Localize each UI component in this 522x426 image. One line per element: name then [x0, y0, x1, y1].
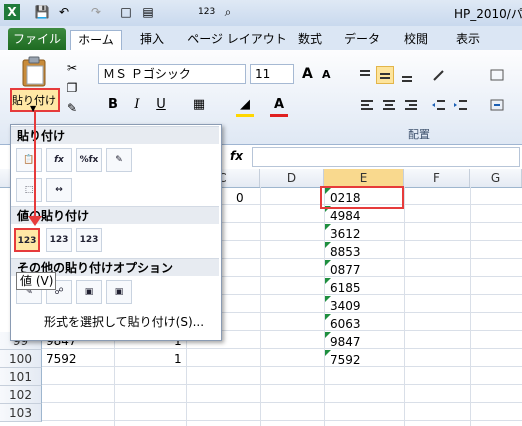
- tab-formulas[interactable]: 数式: [290, 30, 330, 50]
- window-title: HP_2010/パ: [454, 7, 522, 21]
- fill-color-swatch: [236, 114, 254, 117]
- highlighted-cell-outline: [320, 186, 404, 209]
- cell-e-2[interactable]: 3612: [330, 225, 361, 243]
- paste-picture-icon[interactable]: ▣: [76, 280, 102, 304]
- cell-a100[interactable]: 7592: [46, 350, 77, 368]
- align-top-icon[interactable]: [356, 66, 374, 84]
- save-icon[interactable]: 💾: [34, 4, 50, 20]
- column-header-g[interactable]: G: [470, 169, 522, 187]
- error-indicator-icon: [325, 242, 331, 248]
- cell-e99[interactable]: 9847: [330, 333, 361, 351]
- error-indicator-icon: [325, 350, 331, 356]
- row-header-101[interactable]: 101: [0, 368, 42, 386]
- percent-formula-icon[interactable]: %fx: [76, 148, 102, 172]
- orientation-icon[interactable]: [430, 66, 448, 84]
- menu-section-paste: 貼り付け: [11, 126, 219, 144]
- paste-values-icon[interactable]: 123: [14, 228, 40, 252]
- paste-linked-picture-icon[interactable]: ▣: [106, 280, 132, 304]
- column-header-d[interactable]: D: [260, 169, 324, 187]
- error-indicator-icon: [325, 296, 331, 302]
- redo-icon[interactable]: ↷: [88, 4, 104, 20]
- decrease-indent-icon[interactable]: [430, 96, 448, 114]
- cell-e-4[interactable]: 0877: [330, 261, 361, 279]
- borders-icon[interactable]: ▦: [190, 96, 208, 114]
- tab-data[interactable]: データ: [340, 30, 384, 50]
- underline-button[interactable]: U: [152, 96, 170, 114]
- font-color-icon[interactable]: A: [270, 96, 288, 114]
- gridline: [42, 420, 522, 421]
- undo-icon[interactable]: ↶: [56, 4, 72, 20]
- cell-e-1[interactable]: 4984: [330, 207, 361, 225]
- shrink-font-button[interactable]: A: [322, 68, 331, 81]
- row-header-103[interactable]: 103: [0, 404, 42, 422]
- print-preview-icon[interactable]: ⌕: [220, 4, 236, 20]
- cell-e-6[interactable]: 3409: [330, 297, 361, 315]
- annotation-arrowhead-icon: [28, 216, 42, 226]
- bold-button[interactable]: B: [104, 96, 122, 114]
- paste-values-source-format-icon[interactable]: 123: [76, 228, 102, 252]
- paste-icon[interactable]: 📋: [16, 148, 42, 172]
- tooltip: 値 (V): [16, 272, 56, 290]
- title-bar: X 💾 ↶ ↷ □ ▤ 123 ⌕ HP_2010/パ: [0, 0, 522, 26]
- column-header-e[interactable]: E: [324, 169, 404, 187]
- font-name-select[interactable]: ＭＳ Ｐゴシック: [98, 64, 246, 84]
- gridline: [42, 366, 522, 367]
- error-indicator-icon: [325, 224, 331, 230]
- fill-color-icon[interactable]: ◢: [236, 96, 254, 114]
- align-left-icon[interactable]: [358, 96, 376, 114]
- cut-icon[interactable]: ✂: [64, 60, 80, 76]
- tab-home[interactable]: ホーム: [70, 30, 122, 51]
- annotation-arrow: [34, 112, 36, 220]
- gridline: [42, 384, 522, 385]
- cell-e100[interactable]: 7592: [330, 351, 361, 369]
- cell-e-3[interactable]: 8853: [330, 243, 361, 261]
- no-borders-icon[interactable]: ⬚: [16, 178, 42, 202]
- open-folder-icon[interactable]: ▤: [140, 4, 156, 20]
- tab-page-layout[interactable]: ページ レイアウト: [184, 30, 290, 50]
- tab-insert[interactable]: 挿入: [132, 30, 172, 50]
- formula-input[interactable]: [252, 147, 520, 167]
- cell-e-7[interactable]: 6063: [330, 315, 361, 333]
- error-indicator-icon: [325, 260, 331, 266]
- column-header-f[interactable]: F: [404, 169, 470, 187]
- paste-values-qa-icon[interactable]: 123: [198, 4, 215, 20]
- cell-c-value[interactable]: 0: [236, 189, 244, 207]
- paste-values-number-format-icon[interactable]: 123: [46, 228, 72, 252]
- row-header-102[interactable]: 102: [0, 386, 42, 404]
- gridline: [42, 348, 522, 349]
- align-bottom-icon[interactable]: [398, 66, 416, 84]
- paste-special-item[interactable]: 形式を選択して貼り付け(S)...: [44, 313, 204, 330]
- align-right-icon[interactable]: [402, 96, 420, 114]
- group-label-alignment: 配置: [408, 128, 430, 141]
- row-header-100[interactable]: 100: [0, 350, 42, 368]
- format-painter-icon[interactable]: ✎: [64, 100, 80, 116]
- font-size-select[interactable]: 11: [250, 64, 294, 84]
- copy-icon[interactable]: ❐: [64, 80, 80, 96]
- keep-width-icon[interactable]: ↔: [46, 178, 72, 202]
- grow-font-button[interactable]: A: [302, 66, 313, 82]
- tab-view[interactable]: 表示: [448, 30, 488, 50]
- keep-source-format-icon[interactable]: ✎: [106, 148, 132, 172]
- new-icon[interactable]: □: [118, 4, 134, 20]
- gridline: [42, 402, 522, 403]
- formula-icon[interactable]: fx: [46, 148, 72, 172]
- align-center-icon[interactable]: [380, 96, 398, 114]
- increase-indent-icon[interactable]: [452, 96, 470, 114]
- error-indicator-icon: [325, 278, 331, 284]
- align-middle-icon[interactable]: [376, 66, 394, 84]
- excel-app-icon[interactable]: X: [4, 4, 20, 20]
- error-indicator-icon: [325, 314, 331, 320]
- cell-e-5[interactable]: 6185: [330, 279, 361, 297]
- wrap-text-icon[interactable]: [488, 66, 506, 84]
- italic-button[interactable]: I: [128, 96, 146, 114]
- merge-center-icon[interactable]: [488, 96, 506, 114]
- cell-b100[interactable]: 1: [174, 350, 182, 368]
- menu-section-values: 値の貼り付け: [11, 206, 219, 224]
- font-color-swatch: [270, 114, 288, 117]
- insert-function-button[interactable]: fx: [230, 149, 243, 163]
- clipboard-icon: [22, 56, 46, 87]
- tab-review[interactable]: 校閲: [396, 30, 436, 50]
- error-indicator-icon: [325, 332, 331, 338]
- tab-file[interactable]: ファイル: [8, 28, 66, 50]
